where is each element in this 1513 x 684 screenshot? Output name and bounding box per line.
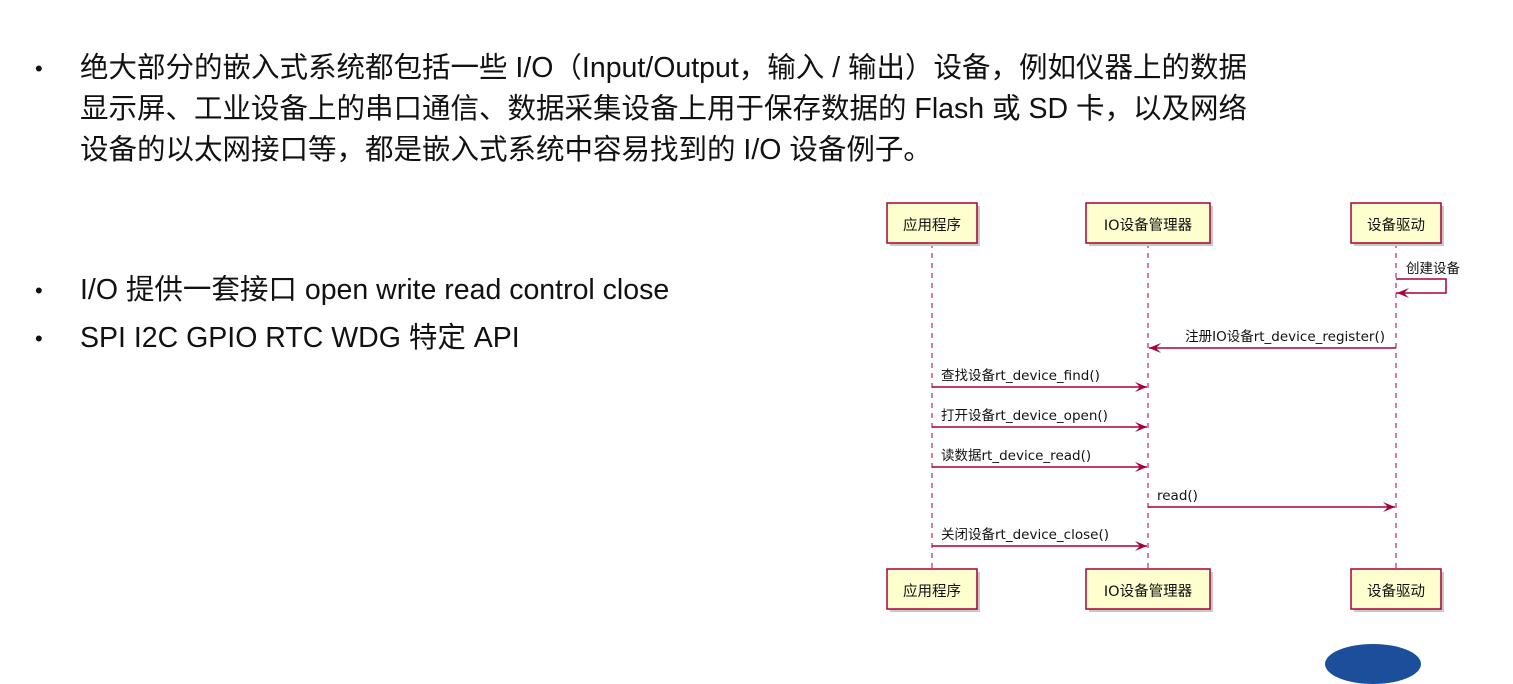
participant-label: IO设备管理器 (1104, 583, 1193, 600)
participant-label: 设备驱动 (1367, 583, 1425, 600)
message-label: read() (1157, 488, 1198, 504)
participant-label: IO设备管理器 (1104, 217, 1193, 234)
corner-logo (1325, 644, 1421, 684)
message-label: 读数据rt_device_read() (941, 448, 1091, 464)
participant-label: 设备驱动 (1367, 217, 1425, 234)
participant-label: 应用程序 (903, 216, 961, 234)
message-label: 打开设备rt_device_open() (941, 407, 1108, 424)
message-label: 创建设备 (1406, 260, 1460, 277)
message-label: 查找设备rt_device_find() (941, 367, 1100, 384)
participant-label: 应用程序 (903, 582, 961, 600)
message-label: 关闭设备rt_device_close() (941, 526, 1109, 543)
message-label: 注册IO设备rt_device_register() (1185, 328, 1385, 345)
sequence-diagram: 应用程序 IO设备管理器 设备驱动应用程序 IO设备管理器 设备驱动创建设备注册IO设备… (886, 202, 1460, 612)
